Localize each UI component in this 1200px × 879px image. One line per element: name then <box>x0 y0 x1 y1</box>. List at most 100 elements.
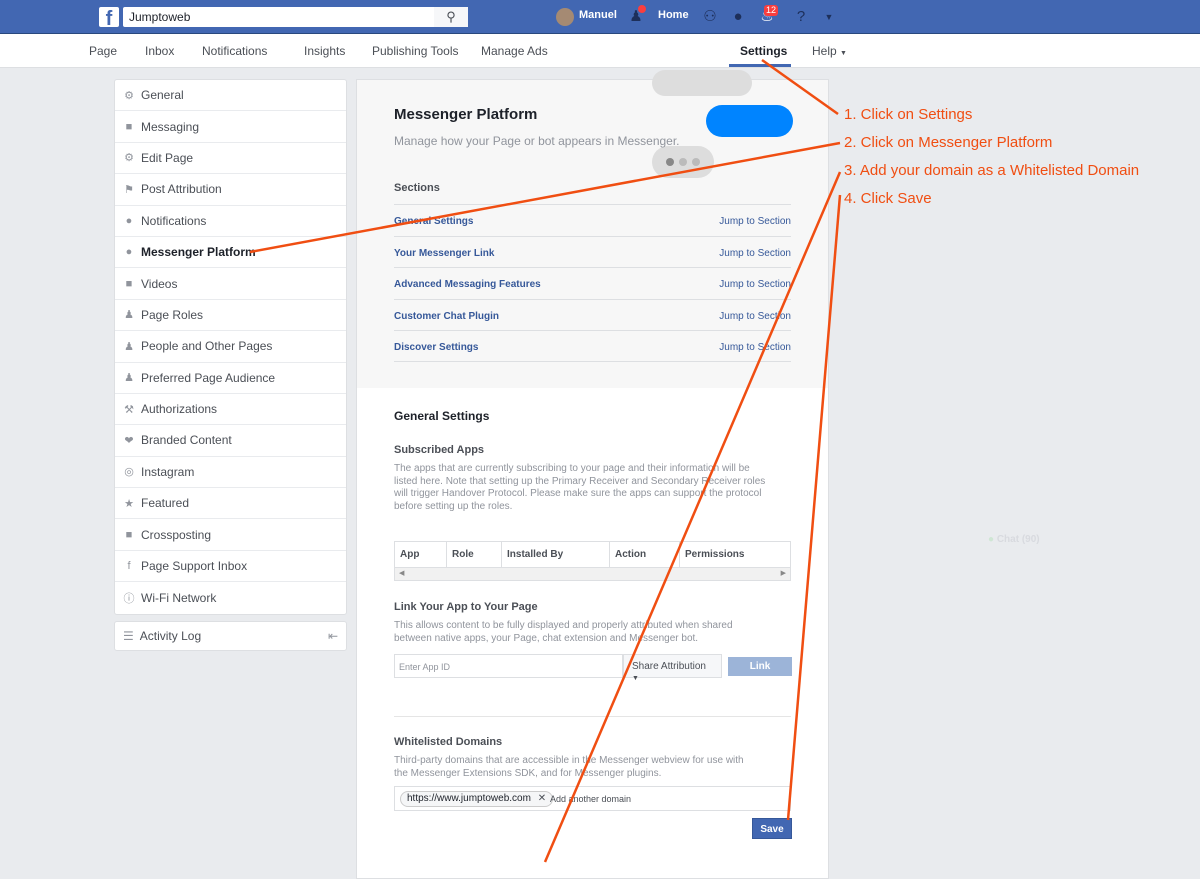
sidebar-item-messenger-platform[interactable]: ● Messenger Platform <box>115 237 346 269</box>
sidebar-item-videos[interactable]: ■ Videos <box>115 268 346 300</box>
section-link[interactable]: Customer Chat Plugin <box>394 311 499 322</box>
exit-icon: ⇤ <box>327 629 338 643</box>
red-dot <box>638 5 646 13</box>
share-attribution-dropdown[interactable]: Share Attribution ▼ <box>623 654 722 682</box>
tab-inbox[interactable]: Inbox <box>145 44 174 58</box>
sidebar-item-label: Branded Content <box>141 433 232 448</box>
sidebar-item-instagram[interactable]: ◎ Instagram <box>115 457 346 489</box>
tab-manage-ads[interactable]: Manage Ads <box>481 44 548 58</box>
sidebar-item-label: Wi-Fi Network <box>141 590 217 605</box>
section-row: Advanced Messaging Features Jump to Secti… <box>394 267 791 299</box>
sidebar-item-featured[interactable]: ★ Featured <box>115 488 346 520</box>
tab-notifications[interactable]: Notifications <box>202 44 267 58</box>
decor-blue-bubble <box>706 105 793 137</box>
list-icon: ☰ <box>123 629 134 643</box>
whitelisted-heading: Whitelisted Domains <box>394 736 503 748</box>
settings-sidebar: ⚙ General ■ Messaging ⚙ Edit Page ⚑ Post Attrib… <box>114 79 347 615</box>
section-link[interactable]: Your Messenger Link <box>394 248 494 259</box>
whitelisted-domains-input[interactable]: https://www.jumptoweb.com ✕ Add another … <box>394 786 791 811</box>
hero: Messenger Platform Manage how your Page … <box>357 70 828 388</box>
section-link[interactable]: Discover Settings <box>394 342 478 353</box>
sidebar-item-messaging[interactable]: ■ Messaging <box>115 111 346 143</box>
sidebar-item-edit-page[interactable]: ⚙ Edit Page <box>115 143 346 175</box>
search-input[interactable]: Jumptoweb ⚲ <box>123 7 468 27</box>
decor-bubble <box>652 70 752 96</box>
sidebar-item-label: Authorizations <box>141 402 218 417</box>
jump-to-section-link[interactable]: Jump to Section <box>719 311 791 322</box>
app-id-input[interactable]: Enter App ID <box>394 654 623 678</box>
jump-to-section-link[interactable]: Jump to Section <box>719 342 791 353</box>
sidebar-item-page-roles[interactable]: ♟ Page Roles <box>115 300 346 332</box>
section-link[interactable]: General Settings <box>394 216 473 227</box>
chat-icon: ■ <box>125 120 133 133</box>
jump-to-section-link[interactable]: Jump to Section <box>719 248 791 259</box>
help-icon[interactable]: ? <box>792 8 810 26</box>
sidebar-item-label: Messaging <box>141 119 200 134</box>
messenger-icon[interactable]: ● <box>729 8 747 26</box>
jump-to-section-link[interactable]: Jump to Section <box>719 279 791 290</box>
sidebar-item-post-attribution[interactable]: ⚑ Post Attribution <box>115 174 346 206</box>
col-permissions: Permissions <box>685 549 745 560</box>
subscribed-apps-heading: Subscribed Apps <box>394 444 485 456</box>
general-settings-heading: General Settings <box>394 409 490 423</box>
flag-icon: ⚑ <box>124 183 134 196</box>
sidebar-item-authorizations[interactable]: ⚒ Authorizations <box>115 394 346 426</box>
section-link[interactable]: Advanced Messaging Features <box>394 279 541 290</box>
facebook-logo[interactable]: f <box>99 7 119 27</box>
section-row: Your Messenger Link Jump to Section <box>394 235 791 268</box>
facebook-icon: f <box>127 560 131 573</box>
chat-sidebar-tab[interactable]: ● Chat (90) <box>978 527 1188 551</box>
save-button[interactable]: Save <box>752 818 792 839</box>
divider <box>394 716 791 717</box>
sidebar-item-branded-content[interactable]: ❤ Branded Content <box>115 425 346 457</box>
home-link[interactable]: Home <box>658 9 689 21</box>
jump-to-section-link[interactable]: Jump to Section <box>719 216 791 227</box>
domain-chip: https://www.jumptoweb.com ✕ <box>400 791 554 807</box>
sidebar-item-general[interactable]: ⚙ General <box>115 80 346 112</box>
section-row: Customer Chat Plugin Jump to Section <box>394 298 791 331</box>
sidebar-item-wi-fi-network[interactable]: ⓘ Wi-Fi Network <box>115 582 346 613</box>
caret-down-icon: ▼ <box>632 675 639 682</box>
chevron-down-icon[interactable]: ▼ <box>820 8 838 26</box>
activity-log-link[interactable]: ☰ Activity Log ⇤ <box>114 621 347 651</box>
sidebar-item-preferred-page-audience[interactable]: ♟ Preferred Page Audience <box>115 363 346 394</box>
sidebar-item-label: Instagram <box>141 464 195 479</box>
avatar[interactable] <box>556 8 574 26</box>
sidebar-item-people-and-other-pages[interactable]: ♟ People and Other Pages <box>115 331 346 363</box>
section-row: Discover Settings Jump to Section <box>394 330 791 363</box>
link-app-heading: Link Your App to Your Page <box>394 601 538 613</box>
video-icon: ■ <box>125 277 133 290</box>
profile-link[interactable]: Manuel <box>579 9 617 21</box>
apps-table: App Role Installed By Action Permissions… <box>394 541 791 581</box>
sidebar-item-label: People and Other Pages <box>141 339 273 354</box>
search-icon[interactable]: ⚲ <box>434 7 468 27</box>
annotation-1: 1. Click on Settings <box>844 106 973 123</box>
tab-publishing-tools[interactable]: Publishing Tools <box>372 44 459 58</box>
sidebar-item-notifications[interactable]: ● Notifications <box>115 206 346 237</box>
link-button[interactable]: Link <box>728 657 792 676</box>
person-icon: ♟ <box>124 309 134 322</box>
sidebar-item-label: Notifications <box>141 213 207 228</box>
tab-help[interactable]: Help ▼ <box>812 44 847 58</box>
chat-label: Chat (90) <box>996 534 1040 545</box>
main-panel: Messenger Platform Manage how your Page … <box>356 70 829 879</box>
col-role: Role <box>447 542 502 567</box>
sidebar-item-label: Post Attribution <box>141 182 222 197</box>
tab-page[interactable]: Page <box>89 44 117 58</box>
globe-icon: ● <box>125 214 133 227</box>
tab-settings[interactable]: Settings <box>740 44 787 58</box>
sidebar-item-label: Page Support Inbox <box>141 559 248 574</box>
col-app: App <box>395 542 447 567</box>
horizontal-scrollbar[interactable]: ◀ ▶ <box>395 568 790 580</box>
people-icon: ♟ <box>124 372 134 385</box>
sidebar-item-label: Crossposting <box>141 527 212 542</box>
sidebar-item-page-support-inbox[interactable]: f Page Support Inbox <box>115 551 346 583</box>
remove-icon[interactable]: ✕ <box>538 793 546 804</box>
col-action: Action <box>610 542 680 567</box>
active-tab-indicator <box>729 64 791 67</box>
handshake-icon: ❤ <box>124 434 134 447</box>
sidebar-item-crossposting[interactable]: ■ Crossposting <box>115 519 346 551</box>
tab-insights[interactable]: Insights <box>304 44 345 58</box>
sidebar-item-label: Edit Page <box>141 150 194 165</box>
friend-requests-icon[interactable]: ⚇ <box>701 8 719 26</box>
